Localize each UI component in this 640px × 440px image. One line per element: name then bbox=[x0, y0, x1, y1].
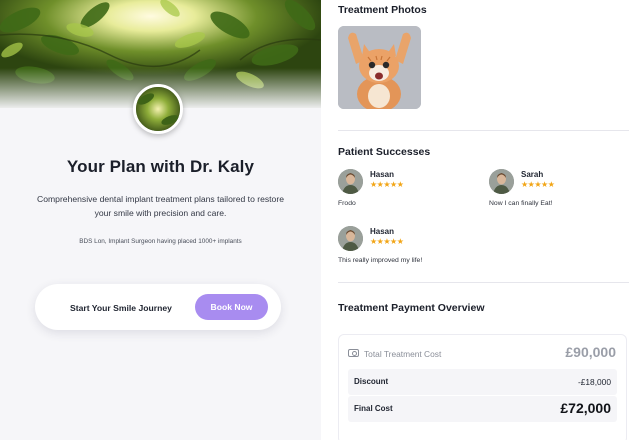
details-panel: Treatment Photos Patient Successes Hasan… bbox=[321, 0, 640, 440]
patient-avatar bbox=[489, 169, 514, 194]
patient-quote: Now I can finally Eat! bbox=[489, 200, 553, 207]
divider bbox=[338, 130, 629, 131]
doctor-credentials: BDS Lon, Implant Surgeon having placed 1… bbox=[79, 238, 242, 245]
patient-avatar bbox=[338, 226, 363, 251]
patient-name: Sarah bbox=[521, 170, 544, 179]
cta-card: Start Your Smile Journey Book Now bbox=[35, 284, 281, 330]
treatment-photo-cat[interactable] bbox=[338, 26, 421, 109]
plan-description: Comprehensive dental implant treatment p… bbox=[37, 194, 284, 218]
star-rating: ★★★★★ bbox=[370, 237, 404, 246]
total-cost-value: £90,000 bbox=[565, 344, 616, 360]
plan-title: Your Plan with Dr. Kaly bbox=[66, 157, 255, 176]
star-rating: ★★★★★ bbox=[370, 180, 404, 189]
treatment-photos-title: Treatment Photos bbox=[338, 4, 427, 16]
patient-quote: This really improved my life! bbox=[338, 257, 423, 264]
patient-quote: Frodo bbox=[338, 200, 356, 207]
payment-overview-title: Treatment Payment Overview bbox=[338, 302, 485, 314]
discount-label: Discount bbox=[354, 377, 389, 386]
patient-avatar bbox=[338, 169, 363, 194]
discount-value: -£18,000 bbox=[577, 377, 611, 387]
payment-card: Total Treatment Cost £90,000 Discount -£… bbox=[338, 334, 627, 440]
final-cost-row: Final Cost £72,000 bbox=[348, 396, 617, 422]
star-rating: ★★★★★ bbox=[521, 180, 555, 189]
book-now-button[interactable]: Book Now bbox=[195, 294, 268, 320]
divider bbox=[338, 282, 629, 283]
plan-panel: Your Plan with Dr. Kaly Comprehensive de… bbox=[0, 0, 321, 440]
patient-name: Hasan bbox=[370, 170, 395, 179]
total-cost-label: Total Treatment Cost bbox=[364, 349, 442, 359]
patient-name: Hasan bbox=[370, 227, 395, 236]
patient-successes-title: Patient Successes bbox=[338, 146, 431, 158]
final-cost-value: £72,000 bbox=[560, 400, 611, 416]
doctor-avatar bbox=[133, 84, 183, 134]
final-cost-label: Final Cost bbox=[354, 404, 393, 413]
cta-label: Start Your Smile Journey bbox=[70, 303, 172, 313]
money-icon bbox=[348, 349, 359, 357]
discount-row: Discount -£18,000 bbox=[348, 369, 617, 395]
